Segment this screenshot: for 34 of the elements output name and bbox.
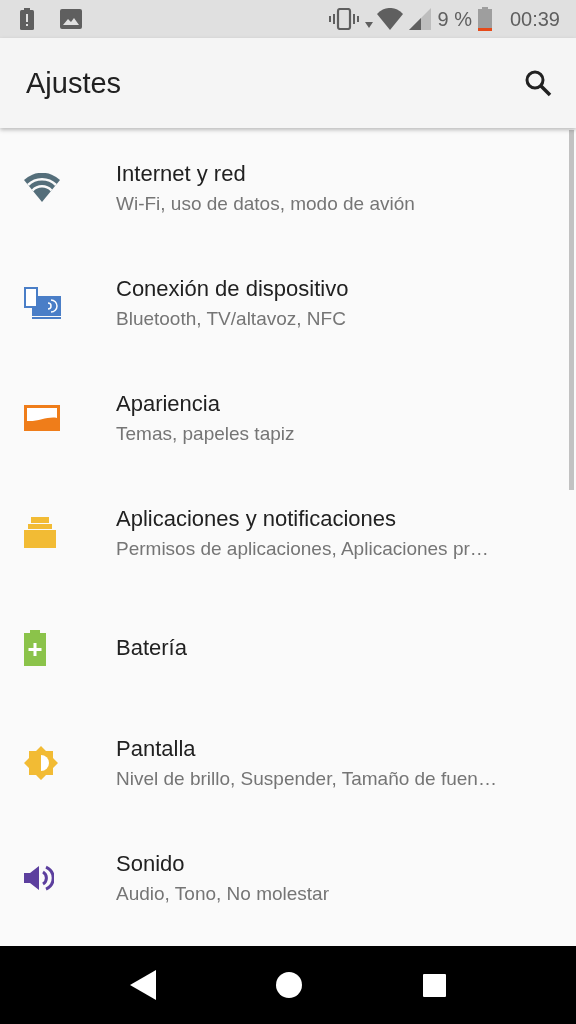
setting-title: Aplicaciones y notificaciones <box>116 505 398 532</box>
setting-title: Batería <box>116 634 187 661</box>
setting-summary: Wi-Fi, uso de datos, modo de avión <box>116 192 415 215</box>
settings-row[interactable]: Pantalla Nivel de brillo, Suspender, Tamaño de fuen… <box>0 705 576 820</box>
setting-title: Pantalla <box>116 735 197 762</box>
settings-row[interactable]: Apariencia Temas, papeles tapiz <box>0 360 576 475</box>
home-button[interactable] <box>276 972 303 998</box>
settings-row[interactable]: Conexión de dispositivo Bluetooth, TV/altavoz, NFC <box>0 245 576 360</box>
battery-percentage: 9 % <box>437 7 472 31</box>
setting-summary: Nivel de brillo, Suspender, Tamaño de fuen… <box>116 767 497 790</box>
wifi-signal-icon <box>365 8 404 30</box>
scrollbar[interactable] <box>569 130 574 490</box>
recents-button[interactable] <box>422 973 446 997</box>
battery-low-icon <box>477 7 492 31</box>
battery-alert-icon <box>20 8 34 30</box>
vibrate-icon <box>329 8 360 30</box>
setting-title: Conexión de dispositivo <box>116 275 349 302</box>
setting-summary: Permisos de aplicaciones, Aplicaciones pr… <box>116 537 489 560</box>
setting-title: Internet y red <box>116 160 247 187</box>
settings-row[interactable]: Aplicaciones y notificaciones Permisos de aplicaciones, Aplicaciones pr… <box>0 475 576 590</box>
search-button[interactable] <box>524 69 552 97</box>
setting-summary: Bluetooth, TV/altavoz, NFC <box>116 307 347 330</box>
settings-row[interactable]: Sonido Audio, Tono, No molestar <box>0 820 576 935</box>
back-button[interactable] <box>130 970 157 1000</box>
setting-summary: Temas, papeles tapiz <box>116 422 295 445</box>
settings-row[interactable]: Internet y red Wi-Fi, uso de datos, modo de avión <box>0 130 576 245</box>
setting-title: Sonido <box>116 850 186 877</box>
image-icon <box>60 9 82 29</box>
app-bar-title: Ajustes <box>26 66 122 100</box>
setting-title: Apariencia <box>116 390 221 417</box>
clock-time: 00:39 <box>509 7 560 31</box>
cell-signal-icon <box>409 8 432 30</box>
settings-row[interactable]: Batería <box>0 590 576 705</box>
setting-summary: Audio, Tono, No molestar <box>116 882 329 905</box>
